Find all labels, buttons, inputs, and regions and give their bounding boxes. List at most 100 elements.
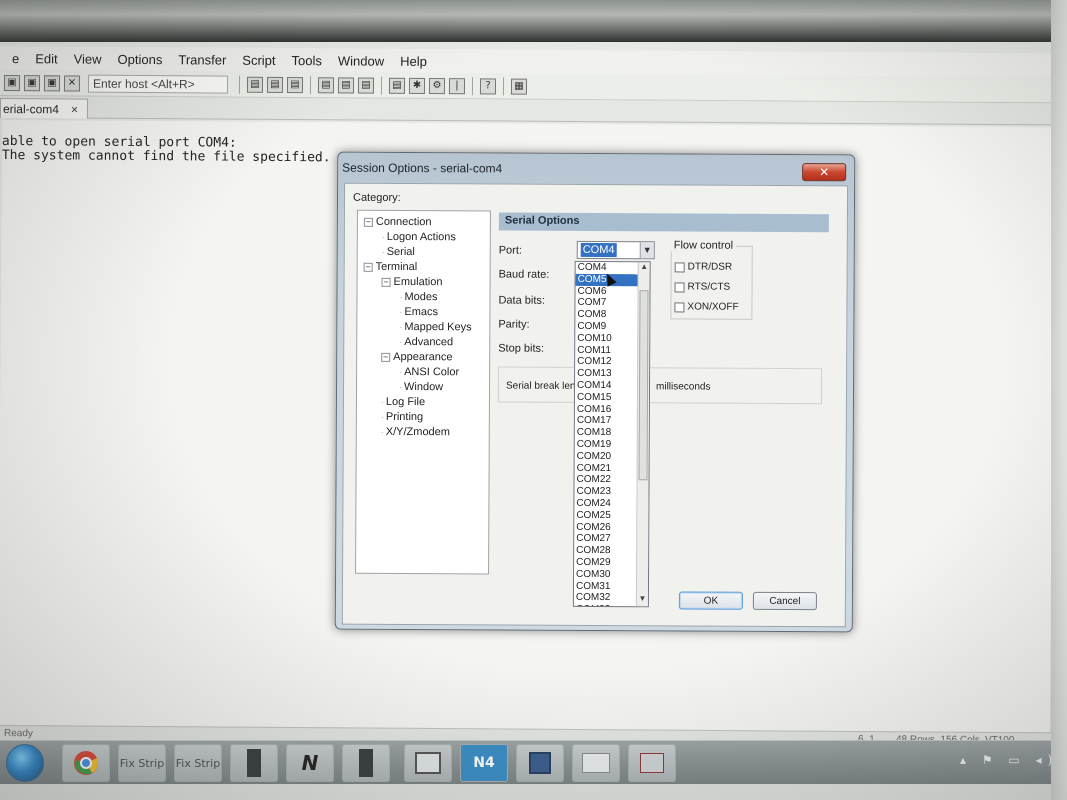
tree-item[interactable]: − Appearance — [363, 350, 489, 366]
tree-item[interactable]: · X/Y/Zmodem — [363, 425, 489, 441]
start-button[interactable] — [6, 744, 44, 782]
tree-line-icon: · — [399, 306, 403, 317]
tree-item-label: Connection — [375, 215, 432, 229]
host-input[interactable]: Enter host <Alt+R> — [87, 74, 229, 94]
scrollbar-thumb[interactable] — [638, 290, 649, 481]
ok-button[interactable]: OK — [678, 591, 743, 610]
taskbar-app-n4[interactable]: N4 — [460, 744, 508, 782]
tree-item[interactable]: − Emulation — [364, 275, 490, 291]
category-tree[interactable]: − Connection · Logon Actions · Serial − Termina… — [355, 209, 491, 575]
tree-item[interactable]: · Window — [363, 380, 489, 396]
tab-label: erial-com4 — [2, 101, 60, 116]
tree-item[interactable]: · Mapped Keys — [363, 320, 489, 336]
quick-connect-icon[interactable]: ▣ — [23, 74, 41, 91]
rts-cts-checkbox[interactable]: RTS/CTS — [674, 281, 730, 293]
tree-item[interactable]: · Advanced — [363, 335, 489, 351]
connect-icon[interactable]: ▣ — [3, 74, 21, 91]
taskbar-app-icon[interactable] — [628, 744, 676, 782]
print-icon[interactable]: ▤ — [317, 76, 335, 93]
tree-item[interactable]: − Terminal — [363, 260, 490, 276]
menu-view[interactable]: View — [66, 51, 110, 66]
tree-item-label: ANSI Color — [404, 366, 460, 379]
tree-collapse-icon[interactable]: − — [363, 262, 373, 272]
tree-item[interactable]: · Emacs — [363, 305, 489, 321]
tree-line-icon: · — [380, 411, 384, 422]
tab-serial-com4[interactable]: erial-com4 × — [0, 98, 89, 119]
tree-collapse-icon[interactable]: − — [381, 352, 391, 362]
taskbar-app-icon[interactable] — [572, 744, 620, 782]
terminal-app-icon — [415, 752, 441, 774]
dialog-title: Session Options - serial-com4 — [342, 160, 503, 176]
status-ready: Ready — [3, 728, 33, 740]
key-icon[interactable]: ❘ — [448, 77, 466, 94]
scroll-down-icon[interactable]: ▼ — [638, 595, 647, 605]
checkbox-box[interactable] — [674, 301, 685, 312]
global-options-icon[interactable]: ✱ — [408, 77, 426, 94]
taskbar-app-fix-strip-2[interactable]: Fix Strip — [174, 744, 222, 782]
toolbar-separator — [380, 76, 383, 95]
menu-file[interactable]: e — [4, 51, 27, 66]
port-dropdown[interactable]: COM4 ▼ — [576, 240, 655, 260]
monitor-bezel-top — [0, 0, 1067, 42]
taskbar-app-icon[interactable] — [230, 744, 278, 782]
port-dropdown-list[interactable]: COM4 COM5 COM6 COM7 COM8 COM9 COM10 COM11 COM12 C… — [572, 260, 651, 608]
taskbar-app-n[interactable]: N — [286, 744, 334, 782]
disconnect-icon[interactable]: ✕ — [63, 74, 81, 92]
baud-rate-label: Baud rate: — [498, 268, 550, 281]
port-list-scrollbar[interactable]: ▲ ▼ — [635, 262, 650, 607]
tree-item[interactable]: · Printing — [363, 410, 489, 426]
print-setup-icon[interactable]: ▤ — [337, 76, 355, 93]
scroll-up-icon[interactable]: ▲ — [640, 263, 649, 273]
menu-edit[interactable]: Edit — [27, 51, 66, 66]
serial-break-label: Serial break len — [506, 380, 576, 392]
keymap-icon[interactable]: ⚙ — [428, 77, 446, 94]
cancel-button[interactable]: Cancel — [752, 591, 817, 611]
taskbar-app-fix-strip[interactable]: Fix Strip — [118, 744, 166, 782]
menu-script[interactable]: Script — [234, 52, 283, 67]
system-tray[interactable]: ▴ ⚑ ▭ ◂) — [960, 753, 1058, 767]
help-icon[interactable]: ? — [479, 77, 497, 94]
tree-item-label: Emulation — [393, 275, 443, 289]
xon-xoff-label: XON/XOFF — [687, 301, 739, 313]
copy-icon[interactable]: ▤ — [246, 76, 264, 93]
tree-item[interactable]: · Serial — [364, 245, 490, 261]
menu-tools[interactable]: Tools — [284, 52, 330, 68]
port-selected-value: COM4 — [580, 242, 617, 258]
taskbar-app-save[interactable] — [516, 744, 564, 782]
checkbox-box[interactable] — [674, 261, 685, 272]
tree-line-icon: · — [398, 381, 403, 392]
window-icon — [359, 749, 373, 777]
tree-item[interactable]: · Modes — [363, 290, 489, 306]
tree-collapse-icon[interactable]: − — [363, 217, 373, 227]
windows-taskbar: Fix Strip Fix Strip N N4 ▴ ⚑ ▭ ◂) — [0, 740, 1067, 784]
tree-item-label: Logon Actions — [386, 230, 456, 244]
sftp-icon[interactable]: ▦ — [510, 78, 528, 95]
checkbox-box[interactable] — [674, 281, 685, 292]
tree-item[interactable]: − Connection — [363, 215, 490, 231]
session-options-icon[interactable]: ▤ — [388, 77, 406, 94]
toolbar-separator — [309, 75, 312, 94]
menu-help[interactable]: Help — [392, 53, 435, 68]
xon-xoff-checkbox[interactable]: XON/XOFF — [674, 301, 739, 313]
menu-options[interactable]: Options — [110, 51, 171, 66]
tab-close-icon[interactable]: × — [71, 102, 78, 116]
tree-collapse-icon[interactable]: − — [381, 277, 391, 287]
chevron-down-icon[interactable]: ▼ — [639, 242, 654, 259]
paste-icon[interactable]: ▤ — [266, 76, 284, 93]
tree-item[interactable]: · Logon Actions — [364, 230, 490, 246]
tree-item[interactable]: · ANSI Color — [363, 365, 489, 381]
dialog-close-button[interactable]: ✕ — [802, 163, 847, 182]
tree-item[interactable]: · Log File — [363, 395, 489, 411]
session-options-dialog: Session Options - serial-com4 ✕ Category… — [334, 151, 856, 633]
find-icon[interactable]: ▤ — [286, 76, 304, 93]
chrome-icon[interactable] — [62, 744, 110, 782]
printer-icon[interactable]: ▤ — [357, 76, 375, 94]
window-icon — [247, 749, 261, 777]
taskbar-app-icon[interactable] — [342, 744, 390, 782]
taskbar-app-securecrt[interactable] — [404, 744, 452, 782]
menu-window[interactable]: Window — [330, 53, 392, 68]
dtr-dsr-checkbox[interactable]: DTR/DSR — [674, 261, 732, 273]
menu-transfer[interactable]: Transfer — [170, 52, 234, 67]
tree-line-icon: · — [399, 336, 403, 347]
reconnect-icon[interactable]: ▣ — [43, 74, 61, 91]
